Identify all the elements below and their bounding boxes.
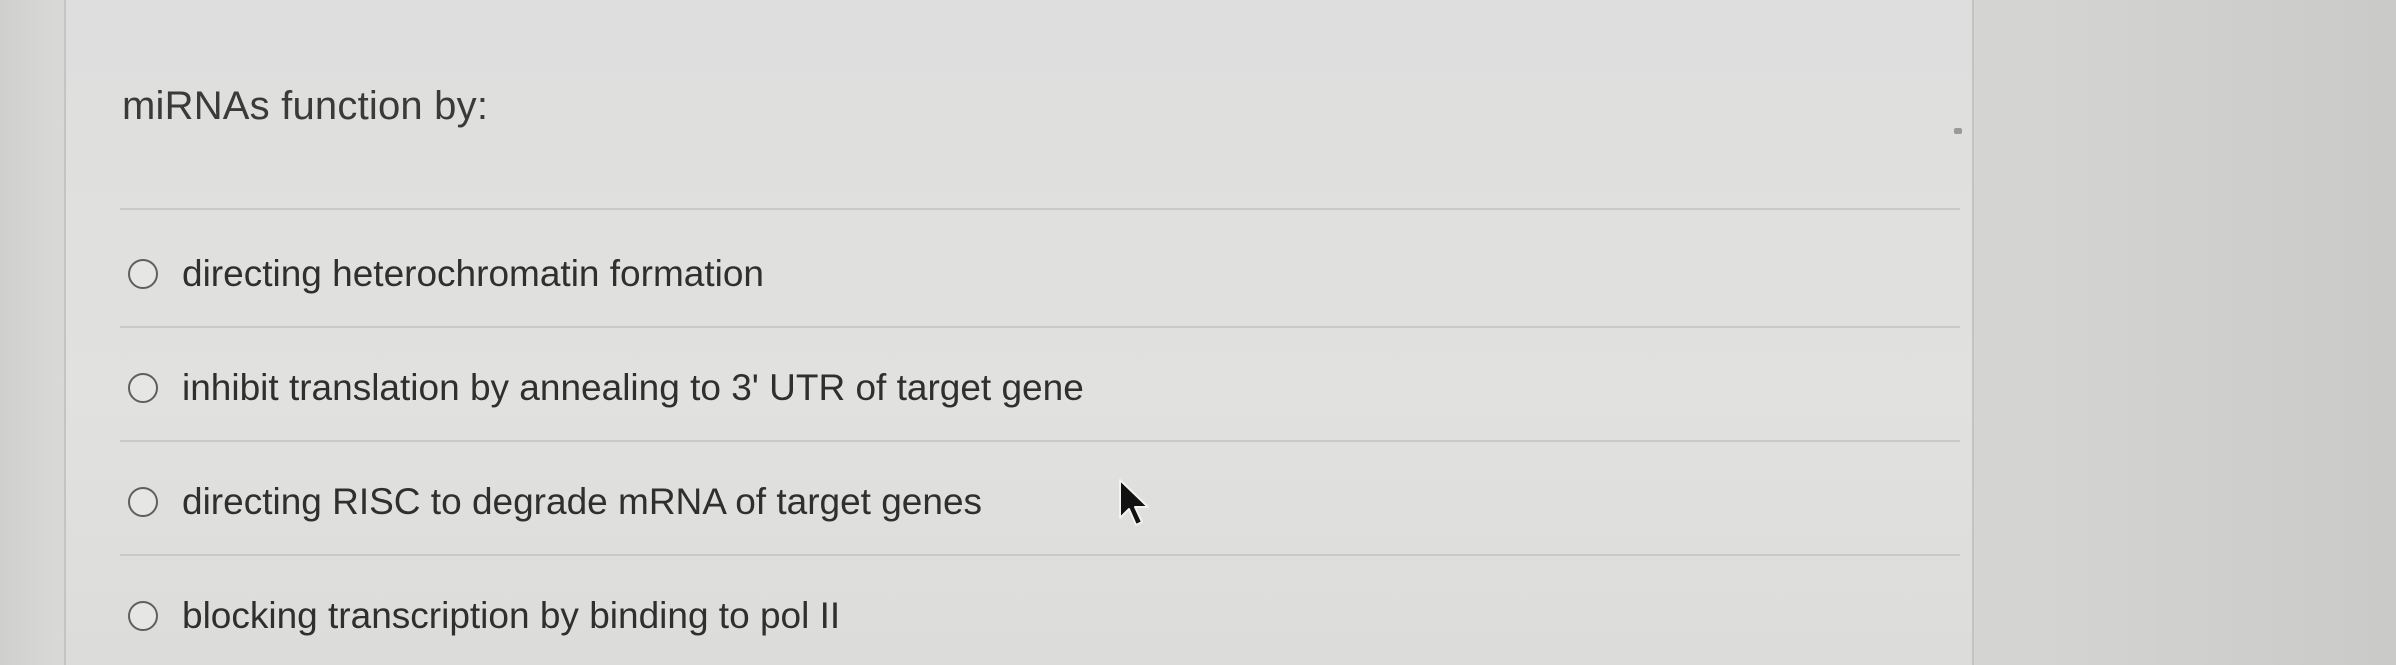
- option-divider: [120, 326, 1960, 328]
- answer-option-label[interactable]: directing heterochromatin formation: [182, 253, 764, 295]
- radio-button-icon[interactable]: [128, 373, 158, 403]
- answer-options: directing heterochromatin formation inhi…: [66, 0, 1972, 665]
- radio-button-icon[interactable]: [128, 259, 158, 289]
- answer-option-4[interactable]: blocking transcription by binding to pol…: [128, 586, 840, 646]
- answer-option-label[interactable]: blocking transcription by binding to pol…: [182, 595, 840, 637]
- radio-button-icon[interactable]: [128, 601, 158, 631]
- option-divider: [120, 554, 1960, 556]
- mouse-pointer-icon: [1119, 479, 1149, 526]
- answer-option-2[interactable]: inhibit translation by annealing to 3' U…: [128, 358, 1084, 418]
- question-panel: miRNAs function by: directing heterochro…: [64, 0, 1974, 665]
- option-divider: [120, 440, 1960, 442]
- radio-button-icon[interactable]: [128, 487, 158, 517]
- answer-option-label[interactable]: inhibit translation by annealing to 3' U…: [182, 367, 1084, 409]
- answer-option-1[interactable]: directing heterochromatin formation: [128, 244, 764, 304]
- answer-option-label[interactable]: directing RISC to degrade mRNA of target…: [182, 481, 982, 523]
- answer-option-3[interactable]: directing RISC to degrade mRNA of target…: [128, 472, 982, 532]
